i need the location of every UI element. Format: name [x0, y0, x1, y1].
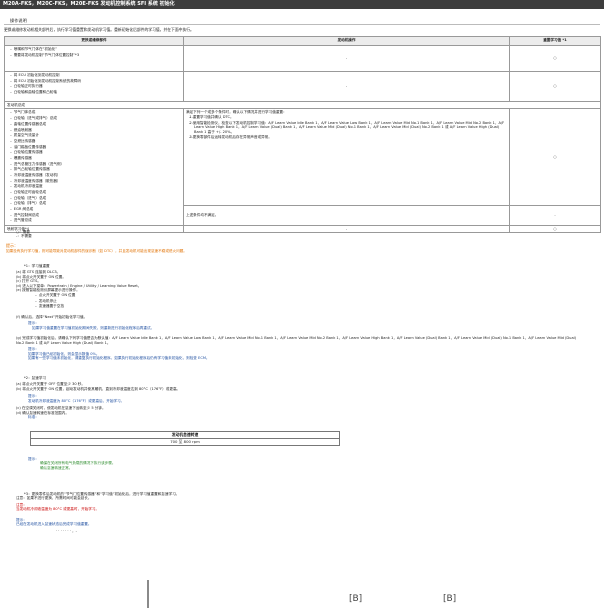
table-cell: ○	[509, 224, 601, 234]
table-row: 喷射学习值*4 - ○	[4, 224, 601, 234]
list-item: 凸轮轴位置传感器	[14, 150, 181, 154]
step-line: (b) 将点火开关置于 ON 位置，起动发动机并使其暖机，直到冷却液温度达到 8…	[16, 386, 181, 391]
step-title: *1：学习值重置	[24, 264, 50, 268]
list-item: 排气凸轮轴位置传感器	[14, 167, 181, 171]
table-footnotes: ○：需要 -：不需要	[16, 230, 32, 239]
list-item: 将 ECU 初始化到发动机控制	[14, 73, 181, 77]
list-item: 凸轮轴（进气）总成	[14, 196, 181, 200]
learning-reset-section: *1：学习值重置 (a) 将 GTS 连接到 DLC3。 (b) 将点火开关置于…	[16, 264, 582, 361]
column-header: 发动机怠速转速	[30, 431, 340, 439]
list-item: 需要将发动机控制“节气门体位置控制”*3	[14, 53, 181, 57]
hint-text: 如果学习值重置在学习值初始化期间失败，则重新进行初始化程序后再重试。	[32, 325, 155, 330]
table-cell: -	[183, 45, 510, 72]
table-cell: 喷嘴和节气门体在“初始化” 需要将发动机控制“节气门体位置控制”*3	[4, 45, 184, 72]
list-item: 凸轮轴和曲轴位置和凸轮轴	[14, 90, 181, 94]
table-cell: -	[509, 205, 601, 226]
footnote: -：不需要	[16, 234, 32, 239]
section-title: 操作说明	[10, 18, 27, 23]
column-header: 更换或维修部件	[4, 36, 184, 46]
list-item: 凸轮轴（排气）总成	[14, 201, 181, 205]
divider	[147, 580, 149, 608]
list-item: 曲轴位置传感器总成	[14, 122, 181, 126]
list-item: 点火开关置于 ON 位置	[39, 293, 582, 297]
condition-item: 更换零部件后运转发动机后存在异常声音或异常。	[193, 135, 507, 139]
trailing-text: · · · · · · · ，-	[56, 528, 77, 533]
list-item: 进气总管压力传感器（进气侧）	[14, 162, 181, 166]
step-line: 注意：如果不进行更换，所需时间可能会延长。	[16, 496, 92, 501]
table-row: 喷嘴和节气门体在“初始化” 需要将发动机控制“节气门体位置控制”*3 - ○	[4, 45, 601, 72]
standard-label: 标准：	[28, 415, 39, 420]
hint-text: 如果没有执行学习值，则可能导致对发动机部件的误诊断（如 DTC），并且发动机可能…	[6, 249, 187, 253]
bookmark-label: [B]	[349, 594, 363, 604]
maintenance-table: 更换或维修部件 发动机操作 重置学习值 *1 喷嘴和节气门体在“初始化” 需要将…	[4, 36, 601, 234]
step-line: (g) 完成学习值初始化后，请确认下列学习值是否为默认值：A/F Learn V…	[16, 336, 577, 345]
list-item: 冷却液温度传感器（发动机）	[14, 173, 181, 177]
divider	[4, 24, 600, 25]
table-cell: -	[183, 71, 510, 102]
table-cell: ○	[509, 71, 601, 102]
list-item: 凸轮轴（进气或排气）总成	[14, 116, 181, 120]
hint-text: 确认怠速转速正常。	[40, 465, 73, 470]
step-line: (f) 确认后，选择“Next”开始初始化学习值。	[16, 314, 88, 319]
idle-hint: 提示： 确保在关闭所有电气负载的情况下执行该步骤。 确认怠速转速正常。	[16, 457, 115, 470]
intro-text: 更换或维修发动机相关部件后，执行学习值重置和发动机学习值。重新初始化后部件的学习…	[4, 27, 194, 32]
table-header-row: 更换或维修部件 发动机操作 重置学习值 *1	[4, 36, 601, 46]
list-item: 发动机冷却液温度	[14, 184, 181, 188]
hint-label: 提示：	[6, 243, 18, 248]
list-item: 节气门体总成	[14, 110, 181, 114]
hint-text: 如果有一些学习值未初始化，请重复执行初始化程序。如果执行初始化程序后仍有学习值未…	[28, 356, 210, 361]
throttle-section: *3：更换零件后发动机的“节气门位置传感器”和“学习值”初始化后，进行学习值重置…	[16, 492, 179, 533]
table-cell: 上述条件均不满足。	[183, 205, 510, 226]
hint-text: 已经在发动机进入怠速状态后完成学习值重置。	[16, 522, 92, 527]
table-row: 节气门体总成 凸轮轴（进气或排气）总成 曲轴位置传感器总成 燃油喷射器 质量空气…	[4, 108, 601, 226]
list-item: 变速器置于空挡	[39, 304, 582, 308]
table-row: 将 ECU 初始化到发动机控制 将 ECU 初始化到发动机控制系统的故障码 凸轮…	[4, 71, 601, 102]
table-cell: ○	[509, 108, 601, 207]
list-item: 爆震传感器	[14, 156, 181, 160]
table-row: 发动机总成	[4, 100, 601, 110]
page-header: M20A-FKS，M20C-FKS，M20E-FKS 发动机控制系统 SFI 系…	[0, 0, 604, 9]
idle-learning-section: *2：怠速学习 (a) 将点火开关置于 OFF 位置至少 30 秒。 (b) 将…	[16, 376, 180, 420]
table-cell: 节气门体总成 凸轮轴（进气或排气）总成 曲轴位置传感器总成 燃油喷射器 质量空气…	[4, 108, 184, 226]
table-cell: ○	[509, 45, 601, 72]
list-item: 将 ECU 初始化到发动机控制系统的故障码	[14, 79, 181, 83]
list-item: 质量空气流量计	[14, 133, 181, 137]
table-cell: -	[183, 224, 510, 234]
list-item: 燃油喷射器	[14, 128, 181, 132]
list-item: 进气管总成	[14, 218, 181, 222]
step-title: *2：怠速学习	[24, 376, 47, 380]
table-cell: 满足下列一个或多个条件时，确认以下情况并进行学习值重置： 重置学习值并确认 DT…	[183, 108, 510, 207]
column-header: 重置学习值 *1	[509, 36, 601, 46]
condition-item: 重置学习值并确认 DTC。	[193, 115, 507, 119]
list-item: 凸轮轴正时执行器	[14, 84, 181, 88]
list-item: 发动机停止	[39, 299, 582, 303]
list-item: 凸轮轴正时齿轮总成	[14, 190, 181, 194]
list-item: 冷却液温度传感器（散热器）	[14, 179, 181, 183]
warning-text: 当发动机冷却液温度为 80°C 或更高时，开始学习。	[16, 507, 100, 512]
list-item: 油门踏板位置传感器	[14, 145, 181, 149]
condition-item: 使用智能检测仪，检查以下发动机控制学习值：A/F Learn Value Idl…	[193, 121, 507, 134]
list-item: 喷嘴和节气门体在“初始化”	[14, 47, 181, 51]
table-cell: 发动机总成	[4, 100, 601, 110]
table-cell: 700 至 800 rpm	[30, 437, 340, 446]
list-item: 进气控制阀总成	[14, 213, 181, 217]
bookmark-label: [B]	[443, 594, 457, 604]
table-cell: 将 ECU 初始化到发动机控制 将 ECU 初始化到发动机控制系统的故障码 凸轮…	[4, 71, 184, 102]
header-title: M20A-FKS，M20C-FKS，M20E-FKS 发动机控制系统 SFI 系…	[3, 1, 175, 7]
list-item: EGR 阀总成	[14, 207, 181, 211]
hint-text: 发动机冷却液温度为 80°C（176°F）或更高后，开始学习。	[28, 398, 125, 403]
list-item: 空燃比传感器	[14, 139, 181, 143]
column-header: 发动机操作	[183, 36, 510, 46]
standard-table: 发动机怠速转速 700 至 800 rpm	[30, 431, 340, 446]
